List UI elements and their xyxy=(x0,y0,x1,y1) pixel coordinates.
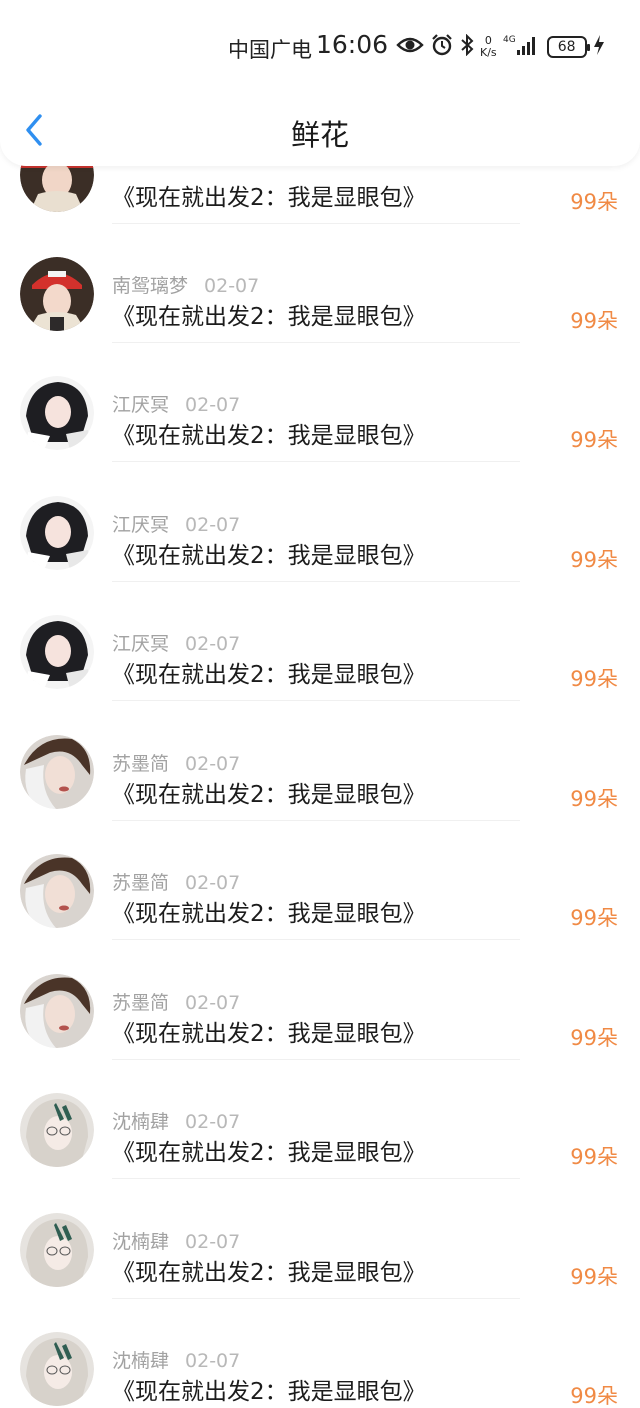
item-date: 02-07 xyxy=(204,275,260,297)
item-meta: 苏墨简 02-07 xyxy=(112,868,240,895)
item-meta: 沈楠肆 02-07 xyxy=(112,1346,240,1373)
bluetooth-icon xyxy=(460,33,474,60)
work-title: 《现在就出发2：我是显眼包》 xyxy=(112,662,426,688)
list-item[interactable]: 苏墨简 02-07 《现在就出发2：我是显眼包》 99朵 xyxy=(0,938,640,1060)
list-item[interactable]: 沈楠肆 02-07 《现在就出发2：我是显眼包》 99朵 xyxy=(0,1177,640,1299)
list-item[interactable]: 沈楠肆 02-07 《现在就出发2：我是显眼包》 99朵 xyxy=(0,1057,640,1179)
item-date: 02-07 xyxy=(185,1350,241,1372)
charging-icon xyxy=(593,34,605,60)
item-date: 02-07 xyxy=(185,394,241,416)
page-title: 鲜花 xyxy=(290,118,349,152)
status-bar: 中国广电 16:06 0 K/s 4G 68 xyxy=(0,26,640,66)
carrier-name: 中国广电 xyxy=(228,38,312,62)
item-meta: 江厌冥 02-07 xyxy=(112,510,240,537)
net-speed-unit: K/s xyxy=(480,46,497,59)
list-item[interactable]: 苏墨简 02-07 《现在就出发2：我是显眼包》 99朵 xyxy=(0,818,640,940)
avatar[interactable] xyxy=(20,1332,94,1406)
flower-count: 99朵 xyxy=(570,787,618,811)
work-title: 《现在就出发2：我是显眼包》 xyxy=(112,304,426,330)
flower-count: 99朵 xyxy=(570,667,618,691)
flower-count: 99朵 xyxy=(570,1026,618,1050)
flower-count: 99朵 xyxy=(570,1384,618,1408)
work-title: 《现在就出发2：我是显眼包》 xyxy=(112,901,426,927)
flower-count: 99朵 xyxy=(570,309,618,333)
user-name: 苏墨简 xyxy=(112,872,170,894)
flower-count: 99朵 xyxy=(570,1265,618,1289)
flower-count: 99朵 xyxy=(570,428,618,452)
user-name: 江厌冥 xyxy=(112,514,170,536)
item-meta: 沈楠肆 02-07 xyxy=(112,1107,240,1134)
item-meta: 南鸳璃梦 02-07 xyxy=(112,271,259,298)
clock-time: 16:06 xyxy=(316,30,389,59)
item-meta: 江厌冥 02-07 xyxy=(112,390,240,417)
item-meta: 苏墨简 02-07 xyxy=(112,749,240,776)
avatar[interactable] xyxy=(20,1213,94,1287)
gift-list[interactable]: 《现在就出发2：我是显眼包》 99朵 南鸳璃梦 02-07 《现在就出发2：我是显… xyxy=(0,0,640,1408)
user-name: 沈楠肆 xyxy=(112,1350,170,1372)
flower-count: 99朵 xyxy=(570,1145,618,1169)
work-title: 《现在就出发2：我是显眼包》 xyxy=(112,1140,426,1166)
item-date: 02-07 xyxy=(185,1111,241,1133)
item-date: 02-07 xyxy=(185,872,241,894)
avatar[interactable] xyxy=(20,854,94,928)
flower-count: 99朵 xyxy=(570,906,618,930)
work-title: 《现在就出发2：我是显眼包》 xyxy=(112,1260,426,1286)
item-date: 02-07 xyxy=(185,514,241,536)
user-name: 沈楠肆 xyxy=(112,1231,170,1253)
alarm-icon xyxy=(430,33,454,61)
user-name: 南鸳璃梦 xyxy=(112,275,189,297)
avatar[interactable] xyxy=(20,257,94,331)
avatar[interactable] xyxy=(20,496,94,570)
item-meta: 江厌冥 02-07 xyxy=(112,629,240,656)
item-date: 02-07 xyxy=(185,1231,241,1253)
list-item[interactable]: 江厌冥 02-07 《现在就出发2：我是显眼包》 99朵 xyxy=(0,460,640,582)
list-item[interactable]: 江厌冥 02-07 《现在就出发2：我是显眼包》 99朵 xyxy=(0,579,640,701)
avatar[interactable] xyxy=(20,974,94,1048)
user-name: 江厌冥 xyxy=(112,633,170,655)
work-title: 《现在就出发2：我是显眼包》 xyxy=(112,543,426,569)
user-name: 沈楠肆 xyxy=(112,1111,170,1133)
user-name: 苏墨简 xyxy=(112,992,170,1014)
list-item[interactable]: 江厌冥 02-07 《现在就出发2：我是显眼包》 99朵 xyxy=(0,340,640,462)
list-item[interactable]: 沈楠肆 02-07 《现在就出发2：我是显眼包》 99朵 xyxy=(0,1296,640,1408)
network-speed: 0 K/s xyxy=(480,35,497,59)
battery-icon: 68 xyxy=(546,36,590,58)
eye-icon xyxy=(396,35,424,59)
avatar[interactable] xyxy=(20,376,94,450)
work-title: 《现在就出发2：我是显眼包》 xyxy=(112,1379,426,1405)
top-header: 中国广电 16:06 0 K/s 4G 68 鲜花 xyxy=(0,0,640,166)
work-title: 《现在就出发2：我是显眼包》 xyxy=(112,782,426,808)
list-item[interactable]: 南鸳璃梦 02-07 《现在就出发2：我是显眼包》 99朵 xyxy=(0,221,640,343)
item-meta: 沈楠肆 02-07 xyxy=(112,1227,240,1254)
nav-bar: 鲜花 xyxy=(0,100,640,160)
flower-count: 99朵 xyxy=(570,548,618,572)
user-name: 苏墨简 xyxy=(112,753,170,775)
user-name: 江厌冥 xyxy=(112,394,170,416)
flower-count: 99朵 xyxy=(570,190,618,214)
status-icons: 0 K/s 4G 68 xyxy=(396,32,605,62)
work-title: 《现在就出发2：我是显眼包》 xyxy=(112,185,426,211)
work-title: 《现在就出发2：我是显眼包》 xyxy=(112,423,426,449)
signal-icon: 4G xyxy=(503,33,541,61)
avatar[interactable] xyxy=(20,615,94,689)
item-date: 02-07 xyxy=(185,753,241,775)
item-date: 02-07 xyxy=(185,992,241,1014)
item-date: 02-07 xyxy=(185,633,241,655)
net-type: 4G xyxy=(503,35,516,45)
avatar[interactable] xyxy=(20,1093,94,1167)
avatar[interactable] xyxy=(20,735,94,809)
list-item[interactable]: 苏墨简 02-07 《现在就出发2：我是显眼包》 99朵 xyxy=(0,699,640,821)
item-meta: 苏墨简 02-07 xyxy=(112,988,240,1015)
work-title: 《现在就出发2：我是显眼包》 xyxy=(112,1021,426,1047)
